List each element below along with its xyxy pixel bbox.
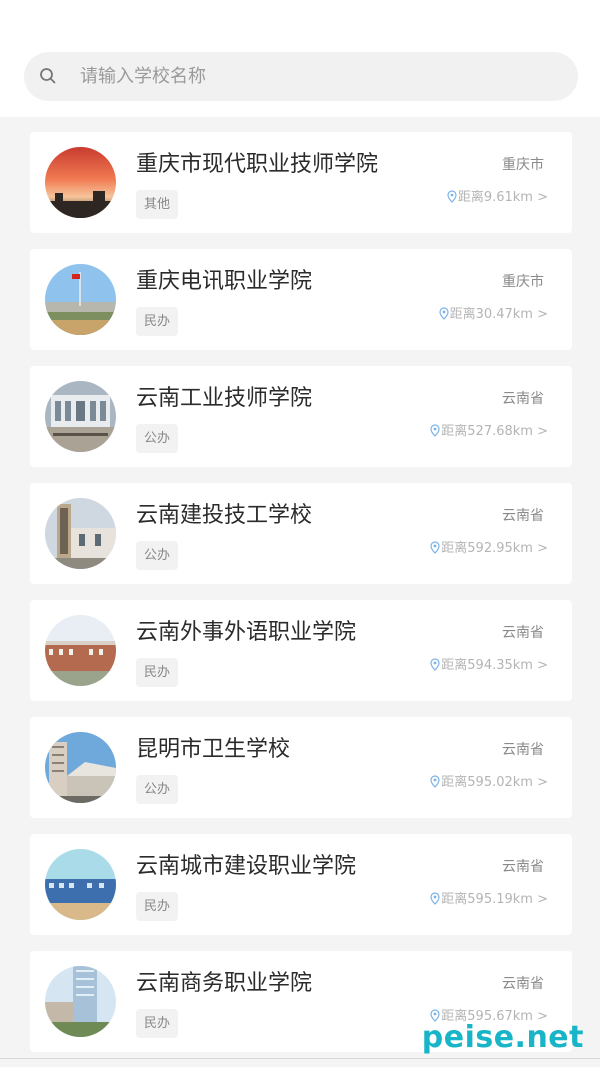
school-distance[interactable]: 距离592.95km > — [430, 537, 548, 556]
school-thumbnail — [45, 966, 116, 1037]
search-input[interactable] — [80, 52, 560, 101]
school-type-tag: 民办 — [136, 658, 179, 687]
school-region: 云南省 — [502, 391, 544, 407]
location-pin-icon — [438, 307, 449, 320]
school-distance[interactable]: 距离30.47km > — [438, 303, 548, 322]
school-distance[interactable]: 距离9.61km > — [447, 186, 548, 205]
school-card[interactable]: 云南城市建设职业学院 民办 云南省 距离595.19km > — [30, 834, 572, 935]
distance-text: 距离594.35km > — [441, 658, 548, 673]
school-type-tag: 其他 — [136, 190, 179, 219]
school-card[interactable]: 云南建投技工学校 公办 云南省 距离592.95km > — [30, 483, 572, 584]
location-pin-icon — [430, 658, 440, 671]
school-card[interactable]: 重庆市现代职业技师学院 其他 重庆市 距离9.61km > — [30, 132, 572, 233]
school-list: 重庆市现代职业技师学院 其他 重庆市 距离9.61km > 重庆电讯职业学院 民… — [30, 132, 572, 1067]
school-distance[interactable]: 距离527.68km > — [430, 420, 548, 439]
school-thumbnail — [45, 732, 116, 803]
school-name: 云南工业技师学院 — [136, 386, 313, 411]
school-card[interactable]: 重庆电讯职业学院 民办 重庆市 距离30.47km > — [30, 249, 572, 350]
school-region: 云南省 — [502, 859, 544, 875]
school-thumbnail — [45, 498, 116, 569]
distance-text: 距离595.02km > — [441, 775, 548, 790]
school-card[interactable]: 云南外事外语职业学院 民办 云南省 距离594.35km > — [30, 600, 572, 701]
location-pin-icon — [447, 190, 457, 203]
school-name: 云南商务职业学院 — [136, 971, 313, 996]
school-thumbnail — [45, 381, 116, 452]
school-type-tag: 民办 — [136, 892, 179, 921]
school-distance[interactable]: 距离595.19km > — [430, 888, 548, 907]
location-pin-icon — [430, 892, 440, 905]
bottom-divider — [0, 1058, 600, 1059]
location-pin-icon — [430, 424, 440, 437]
school-thumbnail — [45, 264, 116, 335]
distance-text: 距离592.95km > — [441, 541, 548, 556]
school-region: 重庆市 — [502, 157, 544, 173]
school-card[interactable]: 云南工业技师学院 公办 云南省 距离527.68km > — [30, 366, 572, 467]
search-bar[interactable] — [24, 52, 578, 101]
watermark: peise.net — [421, 1020, 584, 1055]
school-region: 云南省 — [502, 625, 544, 641]
location-pin-icon — [430, 541, 440, 554]
header-area — [0, 0, 600, 117]
school-distance[interactable]: 距离595.02km > — [430, 771, 548, 790]
school-thumbnail — [45, 615, 116, 686]
school-type-tag: 民办 — [136, 1009, 179, 1038]
school-region: 云南省 — [502, 976, 544, 992]
school-distance[interactable]: 距离594.35km > — [430, 654, 548, 673]
school-name: 重庆电讯职业学院 — [136, 269, 313, 294]
location-pin-icon — [430, 775, 440, 788]
school-type-tag: 公办 — [136, 541, 179, 570]
school-name: 云南城市建设职业学院 — [136, 854, 357, 879]
search-icon — [40, 68, 56, 84]
school-thumbnail — [45, 849, 116, 920]
distance-text: 距离9.61km > — [457, 190, 548, 205]
distance-text: 距离30.47km > — [449, 307, 548, 322]
school-type-tag: 民办 — [136, 307, 179, 336]
school-thumbnail — [45, 147, 116, 218]
school-card[interactable]: 昆明市卫生学校 公办 云南省 距离595.02km > — [30, 717, 572, 818]
school-type-tag: 公办 — [136, 775, 179, 804]
school-region: 云南省 — [502, 508, 544, 524]
distance-text: 距离527.68km > — [441, 424, 548, 439]
school-region: 云南省 — [502, 742, 544, 758]
school-name: 云南外事外语职业学院 — [136, 620, 357, 645]
school-name: 重庆市现代职业技师学院 — [136, 152, 379, 177]
school-type-tag: 公办 — [136, 424, 179, 453]
school-region: 重庆市 — [502, 274, 544, 290]
school-name: 昆明市卫生学校 — [136, 737, 291, 762]
school-name: 云南建投技工学校 — [136, 503, 313, 528]
distance-text: 距离595.19km > — [441, 892, 548, 907]
